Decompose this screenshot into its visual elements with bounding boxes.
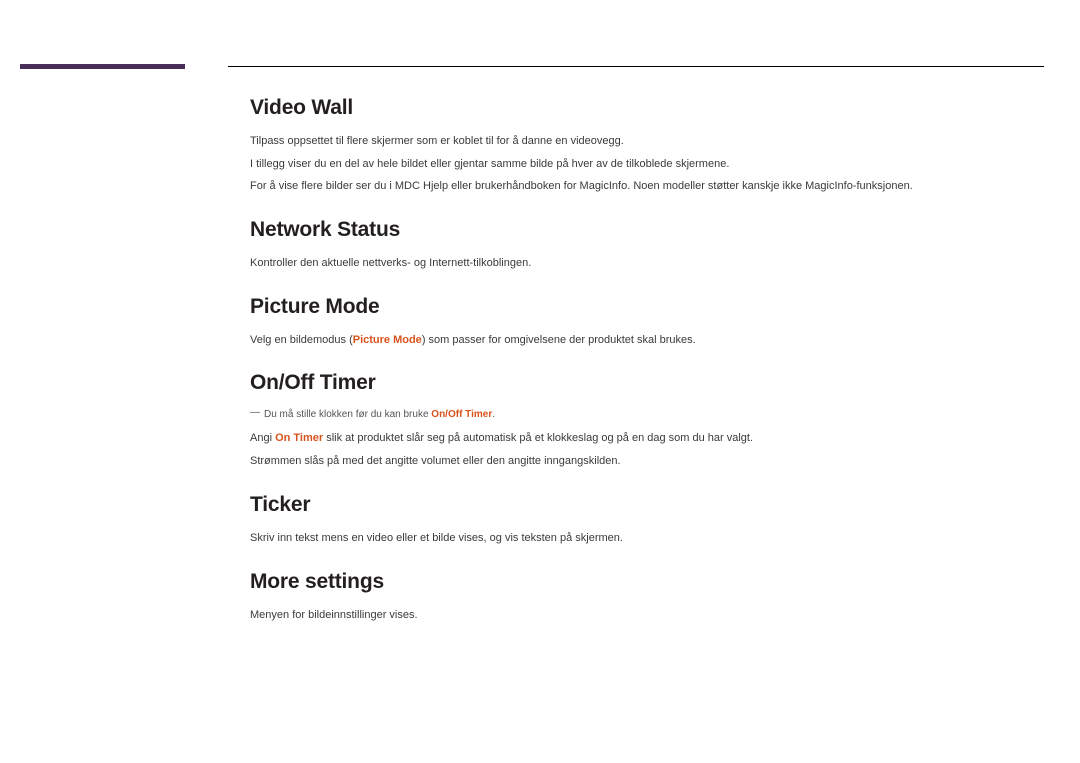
text-fragment: slik at produktet slår seg på automatisk… [323, 432, 753, 444]
body-text: Tilpass oppsettet til flere skjermer som… [250, 132, 1044, 151]
body-text: Kontroller den aktuelle nettverks- og In… [250, 254, 1044, 273]
heading-on-off-timer: On/Off Timer [250, 371, 1044, 395]
heading-video-wall: Video Wall [250, 96, 1044, 120]
note-line: Du må stille klokken før du kan bruke On… [250, 407, 1044, 423]
text-fragment: Angi [250, 432, 275, 444]
body-text: Velg en bildemodus (Picture Mode) som pa… [250, 331, 1044, 350]
highlight-term: On/Off Timer [431, 409, 492, 420]
body-text: I tillegg viser du en del av hele bildet… [250, 155, 1044, 174]
heading-ticker: Ticker [250, 493, 1044, 517]
page-content: Video Wall Tilpass oppsettet til flere s… [250, 96, 1044, 628]
text-fragment: ) som passer for omgivelsene der produkt… [422, 334, 696, 346]
highlight-term: Picture Mode [353, 334, 422, 346]
text-fragment: . [492, 409, 495, 420]
heading-picture-mode: Picture Mode [250, 295, 1044, 319]
body-text: Skriv inn tekst mens en video eller et b… [250, 529, 1044, 548]
body-text: Angi On Timer slik at produktet slår seg… [250, 429, 1044, 448]
top-divider [228, 66, 1044, 67]
text-fragment: Velg en bildemodus ( [250, 334, 353, 346]
heading-network-status: Network Status [250, 218, 1044, 242]
highlight-term: On Timer [275, 432, 323, 444]
body-text: For å vise flere bilder ser du i MDC Hje… [250, 177, 1044, 196]
accent-bar [20, 64, 185, 69]
body-text: Menyen for bildeinnstillinger vises. [250, 606, 1044, 625]
text-fragment: Du må stille klokken før du kan bruke [264, 409, 431, 420]
body-text: Strømmen slås på med det angitte volumet… [250, 452, 1044, 471]
heading-more-settings: More settings [250, 570, 1044, 594]
